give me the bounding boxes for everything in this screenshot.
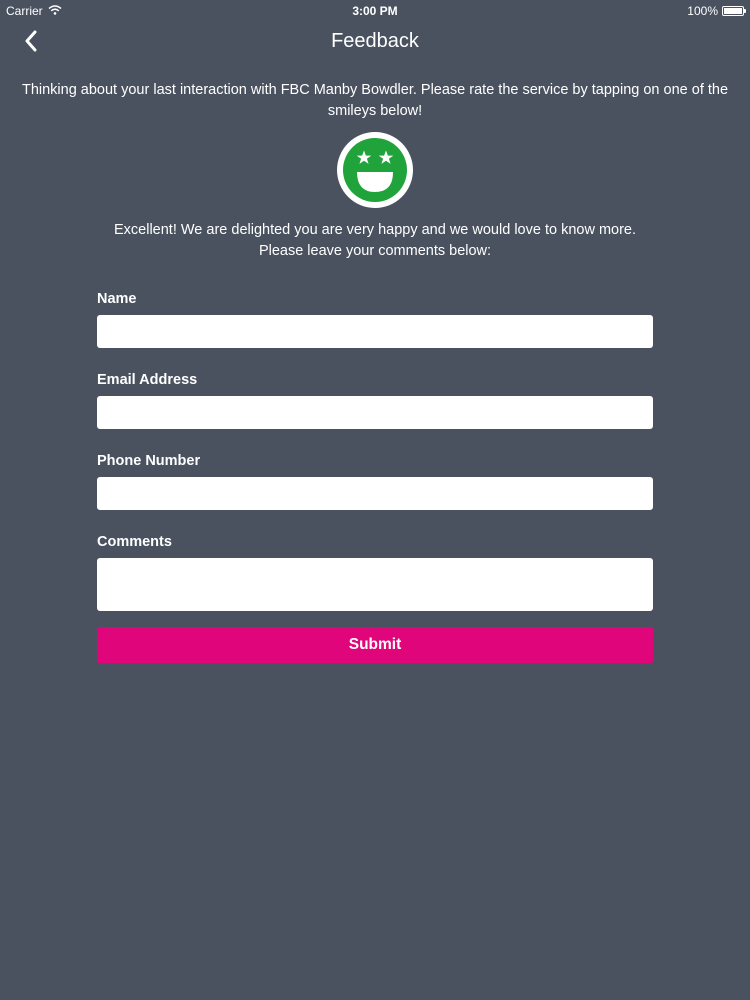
battery-percent: 100% [687, 4, 718, 18]
phone-field[interactable] [97, 477, 653, 510]
comments-field[interactable] [97, 558, 653, 611]
email-label: Email Address [97, 372, 198, 388]
battery-icon [722, 6, 746, 16]
status-right: 100% [687, 4, 746, 18]
status-bar: Carrier 3:00 PM 100% [0, 0, 750, 20]
phone-label: Phone Number [97, 453, 201, 469]
battery-fill [724, 8, 742, 14]
name-field[interactable] [97, 315, 653, 348]
intro-text: Thinking about your last interaction wit… [21, 82, 729, 119]
response-line-1: Excellent! We are delighted you are very… [113, 222, 637, 238]
page-title: Feedback [331, 30, 419, 52]
submit-button[interactable]: Submit [97, 627, 653, 663]
comments-label: Comments [97, 534, 172, 550]
email-field[interactable] [97, 396, 653, 429]
nav-bar: Feedback [0, 22, 750, 60]
status-time: 3:00 PM [352, 4, 398, 18]
name-label: Name [97, 291, 137, 307]
response-text: Excellent! We are delighted you are very… [60, 220, 690, 262]
star-eyes-smiley-icon [337, 132, 413, 208]
feedback-form: Name Email Address Phone Number Comments… [97, 290, 653, 663]
response-line-2: Please leave your comments below: [258, 243, 492, 259]
rating-smiley-button[interactable] [336, 131, 414, 209]
